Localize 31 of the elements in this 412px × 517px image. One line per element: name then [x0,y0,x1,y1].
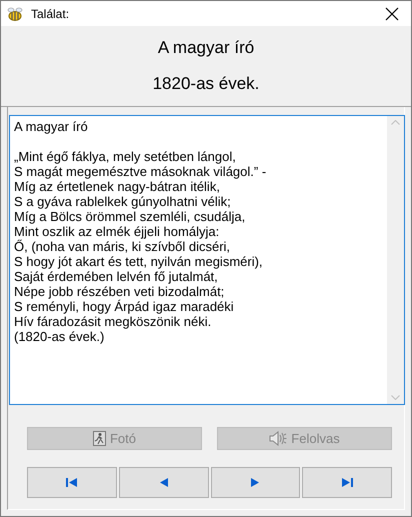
first-icon [66,478,78,487]
previous-icon [160,478,168,487]
close-icon[interactable] [385,6,399,20]
poem-line: S a gyáva rablelkek gúnyolhatni vélik; [14,194,232,209]
poem-line: S magát megemésztve másoknak világol.” - [14,164,268,179]
poem-line: S hogy jót akart és tett, nyilván megisméri), [14,254,264,269]
previous-button[interactable] [118,467,208,498]
speaker-icon [269,431,288,446]
text-area[interactable] [9,115,405,405]
bee-icon [7,6,23,22]
scrollbar[interactable] [387,116,404,404]
last-button[interactable] [302,467,392,498]
poem-line: Ő, (noha van máris, ki szívből dicséri, [14,239,232,254]
window-title: Találat: [31,6,70,20]
first-button[interactable] [27,467,117,498]
next-button[interactable] [210,467,300,498]
poem-line: (1820-as évek.) [14,329,106,344]
figure-icon [92,431,106,446]
poem-line: Hív fáradozásit megköszönik néki. [14,314,212,329]
poem-line: A magyar író [14,119,89,134]
last-icon [342,478,353,487]
next-icon [251,478,260,487]
poem-line: „Mint égő fáklya, mely setétben lángol, [14,149,237,164]
poem-line: Mint oszlik az elmék éjjeli homályja: [14,224,220,239]
poem-line: Míg a Bölcs örömmel szemléli, csudálja, [14,209,246,224]
poem-line: S reményli, hogy Árpád igaz maradéki [14,299,235,314]
record-subtitle: 1820-as évek. [152,74,260,94]
poem-line: Népe jobb részében veti bizodalmát; [14,284,226,299]
record-title: A magyar író [158,38,254,58]
poem-line: Míg az értetlenek nagy-bátran itélik, [14,179,221,194]
poem-line: Saját érdemében lelvén fő jutalmát, [14,269,219,284]
